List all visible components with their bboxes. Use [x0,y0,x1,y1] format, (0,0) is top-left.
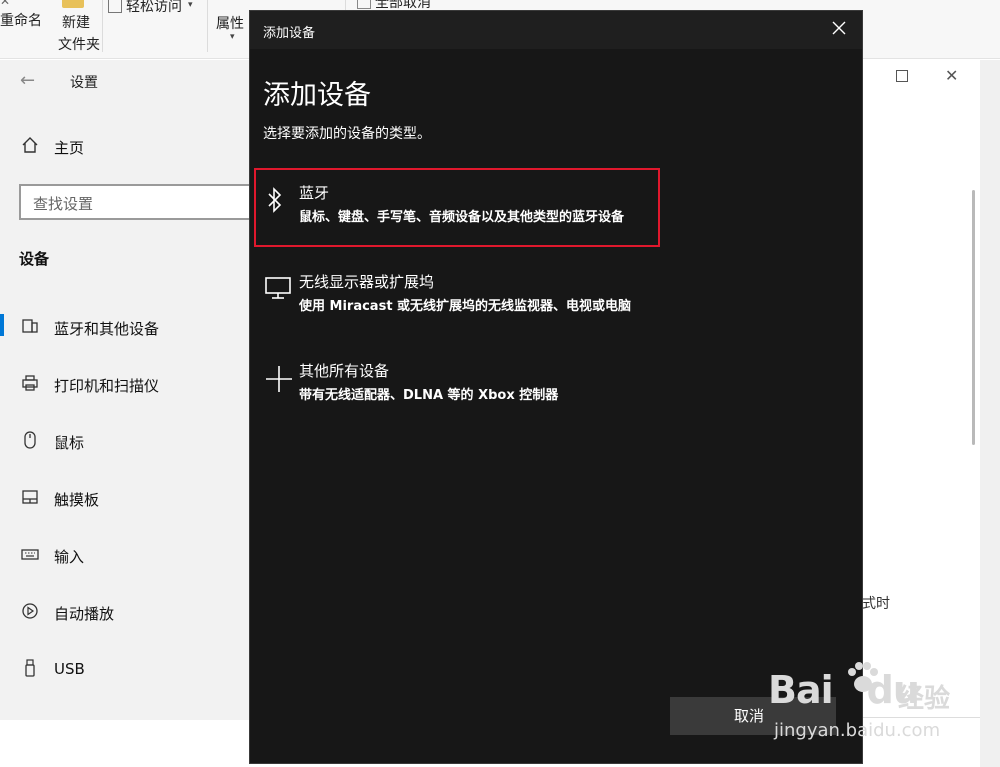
back-arrow-icon[interactable]: ← [20,70,35,91]
window-edge [980,60,1000,767]
printer-icon [20,374,40,394]
ribbon-divider [102,0,103,52]
paw-icon [848,662,878,692]
sidebar-item-bluetooth[interactable]: 蓝牙和其他设备 [0,313,250,343]
option-title: 无线显示器或扩展坞 [299,273,435,291]
sidebar-item-label: 触摸板 [54,491,100,509]
new-folder-button-label[interactable]: 文件夹 [58,34,100,54]
bluetooth-icon [265,186,289,214]
sidebar-item-usb[interactable]: USB [0,655,250,685]
sidebar-item-printers[interactable]: 打印机和扫描仪 [0,370,250,400]
option-title: 其他所有设备 [299,362,390,380]
sidebar-item-autoplay[interactable]: 自动播放 [0,598,250,628]
sidebar-item-touchpad[interactable]: 触摸板 [0,484,250,514]
plus-icon [265,364,292,392]
sidebar-item-home[interactable]: 主页 [0,132,250,162]
ribbon-divider [207,0,208,52]
scrollbar[interactable] [972,190,975,445]
easy-access-button[interactable]: 轻松访问 [126,0,182,16]
dialog-title: 添加设备 [263,26,316,41]
option-other-devices[interactable]: 其他所有设备 带有无线适配器、DLNA 等的 Xbox 控制器 [263,360,843,414]
sidebar-item-label: USB [54,660,85,678]
mouse-icon [20,431,40,451]
sidebar-item-mouse[interactable]: 鼠标 [0,427,250,457]
watermark: Bai du 经验 jingyan.baidu.com [768,662,1000,767]
close-icon[interactable]: ✕ [945,66,958,85]
usb-icon [20,659,40,679]
bluetooth-devices-icon [20,317,40,337]
watermark-url: jingyan.baidu.com [774,720,941,741]
sidebar-item-label: 鼠标 [54,434,85,452]
dialog-titlebar: 添加设备 [250,11,862,49]
keyboard-icon [20,545,40,565]
sidebar-item-label: 打印机和扫描仪 [54,377,160,395]
monitor-icon [265,275,291,303]
background-window: ✕ 式时 [862,60,981,718]
cancel-label: 取消 [733,707,764,725]
dialog-heading: 添加设备 [263,80,371,111]
close-icon [832,21,846,35]
sidebar-item-typing[interactable]: 输入 [0,541,250,571]
touchpad-icon [20,488,40,508]
sidebar-item-label: 蓝牙和其他设备 [54,320,160,338]
easy-access-icon [108,0,122,13]
settings-title: 设置 [70,75,98,91]
option-title: 蓝牙 [299,184,330,202]
chevron-down-icon: ▾ [188,0,193,10]
add-device-dialog: 添加设备 添加设备 选择要添加的设备的类型。 蓝牙 鼠标、键盘、手写笔、音频设备… [249,10,863,764]
search-placeholder: 查找设置 [33,195,94,213]
folder-icon [62,0,84,8]
autoplay-icon [20,602,40,622]
sidebar-item-label: 主页 [54,139,85,157]
sidebar-item-label: 输入 [54,548,85,566]
option-description: 使用 Miracast 或无线扩展坞的无线监视器、电视或电脑 [299,299,632,314]
section-heading: 设备 [19,250,50,268]
option-bluetooth[interactable]: 蓝牙 鼠标、键盘、手写笔、音频设备以及其他类型的蓝牙设备 [263,182,843,236]
home-icon [20,136,40,156]
maximize-icon[interactable] [896,70,908,82]
option-description: 鼠标、键盘、手写笔、音频设备以及其他类型的蓝牙设备 [299,210,625,225]
watermark-cn: 经验 [898,684,951,714]
select-none-icon [357,0,371,9]
settings-window: ← 设置 主页 查找设置 设备 蓝牙和其他设备 打印机和扫描仪 鼠标 触摸板 输… [0,60,257,720]
sidebar-item-label: 自动播放 [54,605,115,623]
close-button[interactable] [824,19,854,41]
dialog-subtitle: 选择要添加的设备的类型。 [263,126,431,142]
properties-button[interactable]: 属性 [216,13,244,33]
search-input[interactable]: 查找设置 [19,184,257,220]
close-icon: ✕ [0,0,11,8]
option-description: 带有无线适配器、DLNA 等的 Xbox 控制器 [299,388,559,403]
option-wireless-display[interactable]: 无线显示器或扩展坞 使用 Miracast 或无线扩展坞的无线监视器、电视或电脑 [263,271,843,325]
chevron-down-icon: ▾ [230,32,235,42]
new-folder-button[interactable]: 新建 [62,12,90,32]
rename-button[interactable]: 重命名 [0,10,42,30]
partial-text: 式时 [862,596,890,612]
